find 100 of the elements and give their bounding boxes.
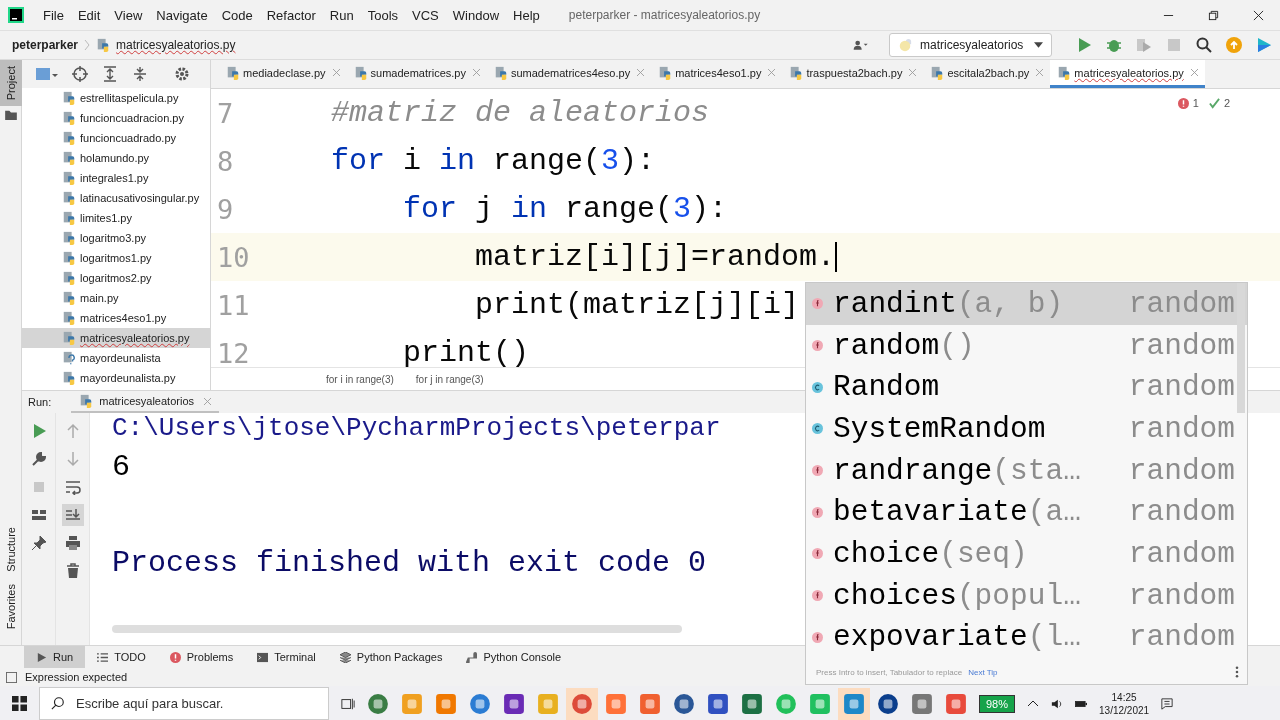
menu-item[interactable]: File — [36, 7, 71, 23]
layout-icon[interactable] — [30, 507, 47, 523]
menu-item[interactable]: Navigate — [149, 7, 215, 23]
editor-tab[interactable]: sumadematrices4eso.py — [486, 60, 652, 88]
play-logo-icon[interactable] — [1256, 37, 1272, 53]
taskbar-app-icon[interactable] — [469, 692, 491, 715]
menu-item[interactable]: Window — [445, 7, 507, 23]
soft-wrap-icon[interactable] — [64, 479, 81, 495]
menu-item[interactable]: VCS — [405, 7, 446, 23]
tool-window-tab[interactable]: Problems — [157, 646, 246, 668]
taskbar-search-field[interactable]: Escribe aquí para buscar. — [39, 687, 329, 720]
completion-item[interactable]: expovariate(l… random — [806, 616, 1247, 659]
file-breadcrumb[interactable]: matricesyaleatorios.py — [116, 38, 236, 52]
file-tree-item[interactable]: logaritmos1.py — [22, 248, 210, 268]
completion-item[interactable]: randint(a, b) random — [806, 283, 1247, 325]
completion-item[interactable]: randrange(sta… random — [806, 449, 1247, 492]
vertical-scrollbar[interactable] — [1237, 283, 1245, 413]
notifications-icon[interactable] — [1161, 697, 1174, 710]
code-breadcrumb[interactable]: for i in range(3) — [326, 373, 394, 385]
settings-icon[interactable] — [174, 66, 190, 82]
checkmark-icon[interactable] — [1208, 97, 1220, 109]
file-tree-item[interactable]: integrales1.py — [22, 168, 210, 188]
run-configuration-dropdown[interactable]: matricesyaleatorios — [889, 33, 1052, 57]
menu-item[interactable]: Code — [214, 7, 260, 23]
menu-item[interactable]: Run — [322, 7, 361, 23]
file-tree-item[interactable]: funcioncuadrado.py — [22, 128, 210, 148]
menu-item[interactable]: Tools — [360, 7, 406, 23]
taskbar-app-icon[interactable] — [503, 692, 525, 715]
file-tree-item[interactable]: limites1.py — [22, 208, 210, 228]
tool-window-tab[interactable]: Python Console — [454, 646, 574, 668]
completion-item[interactable]: choices(popul… random — [806, 574, 1247, 617]
run-icon[interactable] — [1076, 37, 1092, 53]
next-tip-link[interactable]: Next Tip — [968, 667, 998, 677]
file-tree-item[interactable]: logaritmos2.py — [22, 268, 210, 288]
horizontal-scrollbar[interactable] — [112, 625, 682, 633]
update-icon[interactable] — [1226, 37, 1242, 53]
taskbar-app-icon[interactable] — [367, 692, 389, 715]
tool-window-tab[interactable]: Terminal — [245, 646, 328, 668]
panel-toggle-icon[interactable] — [6, 671, 17, 683]
crosshair-icon[interactable] — [72, 66, 88, 82]
file-tree-item[interactable]: logaritmo3.py — [22, 228, 210, 248]
code-breadcrumb[interactable]: for j in range(3) — [415, 373, 484, 385]
completion-item[interactable]: betavariate(a… random — [806, 491, 1247, 534]
editor-tab[interactable]: matricesyaleatorios.py — [1050, 60, 1205, 88]
editor-tab[interactable]: traspuesta2bach.py — [782, 60, 924, 88]
taskbar-app-icon[interactable] — [707, 692, 729, 715]
trash-icon[interactable] — [64, 563, 81, 579]
file-tree-item[interactable]: latinacusativosingular.py — [22, 188, 210, 208]
scroll-to-end-icon[interactable] — [64, 507, 81, 523]
completion-item[interactable]: SystemRandom random — [806, 408, 1247, 450]
wrench-icon[interactable] — [30, 451, 47, 467]
file-tree-item[interactable]: estrellitaspelicula.py — [22, 88, 210, 108]
project-tool-tab[interactable]: Project — [0, 60, 22, 107]
tool-window-tab[interactable]: Python Packages — [327, 646, 455, 668]
tool-window-tab[interactable]: TODO — [85, 646, 158, 668]
editor-tab[interactable]: mediadeclase.py — [219, 60, 347, 88]
taskbar-app-icon[interactable] — [877, 692, 899, 715]
more-options-icon[interactable] — [1235, 666, 1239, 679]
tool-window-tab[interactable]: Run — [24, 646, 86, 668]
menu-item[interactable]: Refactor — [259, 7, 323, 23]
print-icon[interactable] — [64, 535, 81, 551]
error-icon[interactable] — [1177, 97, 1189, 109]
bug-icon[interactable] — [1106, 37, 1122, 53]
taskbar-app-icon[interactable] — [673, 692, 695, 715]
side-tool-tab[interactable]: Favorites — [0, 577, 22, 635]
clock-date[interactable]: 13/12/2021 — [1099, 703, 1150, 717]
clock-time[interactable]: 14:25 — [1111, 690, 1137, 704]
search-icon[interactable] — [1196, 37, 1212, 53]
restore-icon[interactable] — [1208, 9, 1219, 21]
task-view-icon[interactable] — [341, 696, 355, 711]
close-icon[interactable] — [1253, 9, 1264, 21]
down-arrow-icon[interactable] — [64, 451, 81, 467]
completion-item[interactable]: choice(seq) random — [806, 533, 1247, 575]
menu-item[interactable]: View — [107, 7, 150, 23]
menu-item[interactable]: Edit — [70, 7, 108, 23]
menu-item[interactable]: Help — [506, 7, 547, 23]
file-tree-item[interactable]: mayordeunalista.py — [22, 368, 210, 388]
file-tree-item[interactable]: funcioncuadracion.py — [22, 108, 210, 128]
collapse-all-icon[interactable] — [132, 66, 148, 82]
project-breadcrumb[interactable]: peterparker — [12, 38, 79, 52]
pin-icon[interactable] — [30, 535, 47, 551]
run-configuration-tab[interactable]: matricesyaleatorios — [71, 391, 219, 413]
windows-start-icon[interactable] — [12, 696, 27, 711]
file-tree-item[interactable]: main.py — [22, 288, 210, 308]
editor-tab[interactable]: matrices4eso1.py — [651, 60, 783, 88]
completion-item[interactable]: Random random — [806, 366, 1247, 409]
completion-item[interactable]: random() random — [806, 324, 1247, 367]
side-tool-tab[interactable]: Structure — [0, 521, 22, 578]
expand-all-icon[interactable] — [102, 66, 118, 82]
editor-tab[interactable]: sumadematrices.py — [346, 60, 487, 88]
taskbar-app-icon[interactable] — [911, 692, 933, 715]
coverage-icon[interactable] — [1136, 37, 1152, 53]
file-tree-item[interactable]: matricesyaleatorios.py — [22, 328, 210, 348]
file-tree-item[interactable]: matrices4eso1.py — [22, 308, 210, 328]
speaker-icon[interactable] — [1051, 697, 1064, 710]
taskbar-app-icon[interactable] — [741, 692, 763, 715]
editor-tab[interactable]: escitala2bach.py — [923, 60, 1051, 88]
view-dropdown-icon[interactable] — [36, 66, 58, 82]
file-tree-item[interactable]: mayordeunalista — [22, 348, 210, 368]
file-tree-item[interactable]: holamundo.py — [22, 148, 210, 168]
